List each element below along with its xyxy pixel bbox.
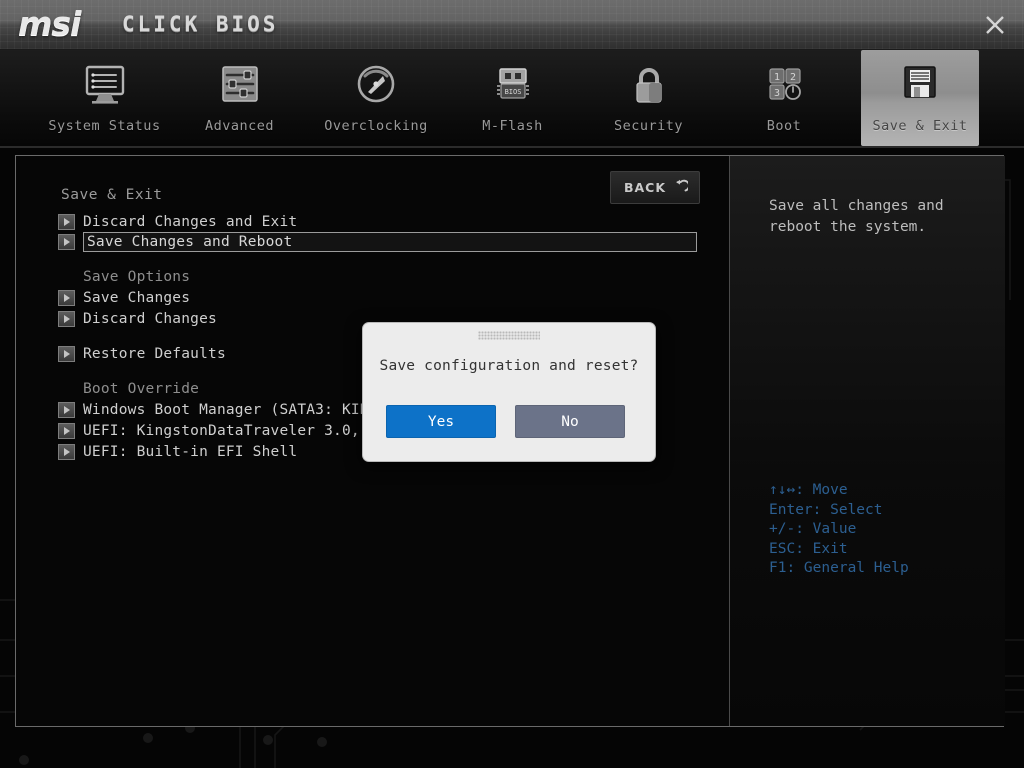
usb-bios-icon: BIOS: [487, 62, 539, 110]
lock-icon: [626, 62, 672, 110]
svg-text:3: 3: [774, 88, 780, 99]
dialog-buttons: Yes No: [386, 405, 625, 438]
arrow-bullet-icon: [58, 213, 75, 230]
key-hint-exit: ESC: Exit: [769, 540, 848, 557]
tab-label: M-Flash: [482, 118, 543, 134]
arrow-bullet-icon: [58, 234, 75, 250]
menu-item-discard-changes-and-exit[interactable]: Discard Changes and Exit: [58, 211, 718, 232]
tab-label: Boot: [766, 118, 802, 134]
keypad-power-icon: 1 2 3: [760, 62, 808, 110]
msi-logo: msi: [18, 4, 81, 43]
sliders-icon: [216, 62, 264, 110]
monitor-icon: [80, 62, 130, 110]
bios-screen: msi CLICK BIOS System Status Advanced Ov…: [0, 0, 1024, 768]
help-description: Save all changes and reboot the system.: [769, 198, 944, 235]
menu-item-label: Restore Defaults: [83, 345, 226, 362]
main-navigation: System Status Advanced Overclocking BIOS…: [0, 50, 1024, 148]
arrow-bullet-icon: [58, 401, 75, 418]
tab-label: Security: [613, 118, 684, 134]
tab-label: System Status: [48, 118, 161, 134]
key-hint-value: +/-: Value: [769, 521, 857, 537]
menu-group-save-options: Save Options: [58, 266, 718, 287]
close-icon[interactable]: [980, 10, 1010, 40]
yes-button[interactable]: Yes: [386, 405, 496, 438]
key-hint-select: Enter: Select: [769, 501, 883, 518]
dialog-message: Save configuration and reset?: [379, 358, 639, 374]
arrow-bullet-icon: [58, 310, 75, 327]
key-hint-move: ↑↓↔: Move: [769, 482, 848, 498]
arrow-bullet-icon: [58, 443, 75, 460]
menu-item-label: Save Changes and Reboot: [87, 234, 293, 250]
menu-item-save-changes-and-reboot-wrap: Save Changes and Reboot: [58, 232, 718, 252]
svg-text:2: 2: [790, 72, 796, 83]
arrow-bullet-icon: [58, 289, 75, 306]
help-pane: Save all changes and reboot the system. …: [729, 156, 1005, 726]
key-hint-general-help: F1: General Help: [769, 560, 909, 576]
back-button-label: BACK: [623, 180, 666, 195]
menu-group-label: Boot Override: [83, 380, 200, 397]
tab-boot[interactable]: 1 2 3 Boot: [730, 50, 838, 146]
tab-security[interactable]: Security: [591, 50, 706, 146]
svg-text:1: 1: [774, 72, 780, 83]
tab-save-and-exit[interactable]: Save & Exit: [861, 50, 979, 146]
menu-item-label: Discard Changes and Exit: [83, 213, 298, 230]
tab-m-flash[interactable]: BIOS M-Flash: [455, 50, 570, 146]
gauge-icon: [352, 62, 400, 110]
tab-overclocking[interactable]: Overclocking: [302, 50, 450, 146]
tab-advanced[interactable]: Advanced: [187, 50, 292, 146]
product-logo: CLICK BIOS: [122, 12, 279, 36]
menu-item-label: Save Changes: [83, 289, 191, 306]
key-hints: ↑↓↔: Move Enter: Select +/-: Value ESC: …: [769, 481, 909, 579]
tab-label: Advanced: [204, 118, 275, 134]
floppy-disk-icon: [898, 62, 942, 110]
arrow-bullet-icon: [58, 422, 75, 439]
drag-grip-icon[interactable]: [478, 331, 540, 340]
menu-group-label: Save Options: [83, 268, 191, 285]
arrow-bullet-icon: [58, 345, 75, 362]
svg-text:BIOS: BIOS: [504, 88, 521, 96]
tab-system-status[interactable]: System Status: [22, 50, 187, 146]
page-title: Save & Exit: [61, 187, 163, 203]
confirm-dialog: Save configuration and reset? Yes No: [362, 322, 656, 462]
menu-spacer: [58, 252, 718, 266]
tab-label: Save & Exit: [872, 118, 968, 134]
title-bar: msi CLICK BIOS: [0, 0, 1024, 50]
back-button[interactable]: BACK: [609, 171, 700, 204]
undo-arrow-icon: [673, 178, 690, 197]
no-button[interactable]: No: [515, 405, 625, 438]
menu-item-label: UEFI: Built-in EFI Shell: [83, 443, 298, 460]
menu-item-save-changes[interactable]: Save Changes: [58, 287, 718, 308]
menu-item-label: Discard Changes: [83, 310, 217, 327]
tab-label: Overclocking: [324, 118, 428, 134]
menu-item-save-changes-and-reboot[interactable]: Save Changes and Reboot: [83, 232, 697, 252]
